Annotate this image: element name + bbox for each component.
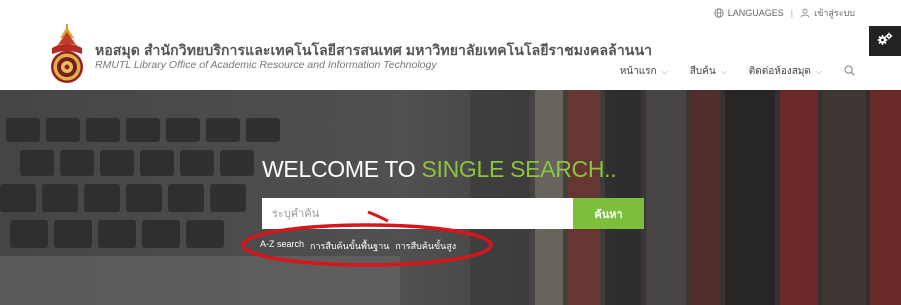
- nav-item-home[interactable]: หน้าแรก ⌵: [620, 64, 668, 79]
- user-icon: [800, 8, 810, 18]
- nav-search-button[interactable]: [844, 64, 855, 79]
- nav-item-label: หน้าแรก: [619, 66, 657, 77]
- search-quick-links: A-Z search การสืบค้นขั้นพื้นฐาน การสืบค้…: [260, 239, 456, 253]
- nav-item-search[interactable]: สืบค้น ⌵: [690, 64, 727, 79]
- main-nav: หน้าแรก ⌵ สืบค้น ⌵ ติดต่อห้องสมุด ⌵: [620, 64, 855, 79]
- university-seal-logo[interactable]: [46, 24, 88, 84]
- search-icon: [844, 64, 855, 79]
- nav-item-label: ติดต่อห้องสมุด: [748, 66, 811, 77]
- search-button[interactable]: ค้นหา: [573, 198, 644, 229]
- login-link[interactable]: เข้าสู่ระบบ: [814, 6, 855, 20]
- languages-link[interactable]: LANGUAGES: [728, 8, 784, 18]
- site-header: LANGUAGES | เข้าสู่ระบบ หอสมุด สำนักวิทย…: [0, 0, 901, 90]
- gear-icon: [877, 32, 893, 51]
- top-utility-bar: LANGUAGES | เข้าสู่ระบบ: [714, 6, 855, 20]
- link-az-search[interactable]: A-Z search: [260, 239, 304, 253]
- link-advanced-search[interactable]: การสืบค้นขั้นสูง: [395, 239, 456, 253]
- settings-gear-button[interactable]: [869, 26, 901, 56]
- welcome-heading: WELCOME TO SINGLE SEARCH..: [262, 156, 617, 183]
- divider: |: [790, 8, 794, 18]
- chevron-down-icon: ⌵: [815, 66, 822, 76]
- search-input[interactable]: [262, 198, 573, 229]
- link-basic-search[interactable]: การสืบค้นขั้นพื้นฐาน: [310, 239, 389, 253]
- chevron-down-icon: ⌵: [661, 66, 668, 76]
- welcome-text: WELCOME TO: [262, 156, 422, 182]
- welcome-accent-text: SINGLE SEARCH..: [421, 156, 617, 182]
- site-subtitle: RMUTL Library Office of Academic Resourc…: [95, 59, 437, 71]
- nav-item-contact[interactable]: ติดต่อห้องสมุด ⌵: [749, 64, 822, 79]
- hero-banner: WELCOME TO SINGLE SEARCH.. ค้นหา A-Z sea…: [0, 90, 901, 305]
- chevron-down-icon: ⌵: [720, 66, 727, 76]
- globe-icon: [714, 8, 724, 18]
- nav-item-label: สืบค้น: [689, 66, 716, 77]
